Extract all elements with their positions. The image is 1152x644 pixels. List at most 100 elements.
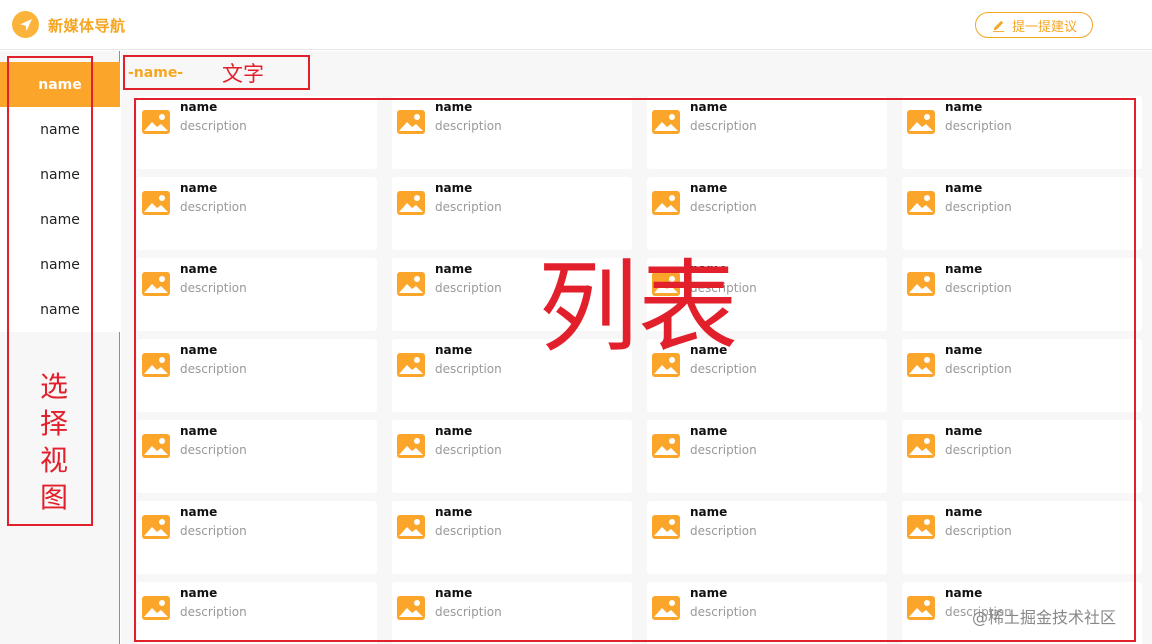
site-card-description: description: [435, 524, 502, 538]
site-card-name: name: [180, 100, 218, 114]
site-card-description: description: [690, 443, 757, 457]
suggest-button-label: 提一提建议: [1011, 19, 1077, 35]
site-card[interactable]: name description: [137, 258, 377, 331]
site-card-description: description: [945, 362, 1012, 376]
sidebar-item[interactable]: name: [0, 197, 120, 242]
site-card-description: description: [945, 119, 1012, 133]
site-card[interactable]: name description: [647, 339, 887, 412]
sidebar-item[interactable]: name: [0, 242, 120, 287]
site-card[interactable]: name description: [392, 258, 632, 331]
site-card-description: description: [435, 443, 502, 457]
image-icon: [397, 434, 425, 458]
site-card[interactable]: name description: [137, 96, 377, 169]
site-card[interactable]: name description: [647, 96, 887, 169]
image-icon: [142, 272, 170, 296]
image-icon: [142, 191, 170, 215]
site-card-description: description: [945, 443, 1012, 457]
site-card[interactable]: name description: [392, 501, 632, 574]
logo[interactable]: [12, 11, 39, 38]
site-card[interactable]: name description: [902, 501, 1142, 574]
sidebar-list: name name name name name name: [0, 62, 120, 332]
image-icon: [397, 353, 425, 377]
site-card-name: name: [690, 100, 728, 114]
site-card-name: name: [945, 424, 983, 438]
site-card-description: description: [435, 281, 502, 295]
image-icon: [397, 110, 425, 134]
site-card[interactable]: name description: [137, 582, 377, 644]
site-card-description: description: [690, 362, 757, 376]
site-card-name: name: [435, 505, 473, 519]
site-card[interactable]: name description: [902, 96, 1142, 169]
image-icon: [142, 353, 170, 377]
sidebar-item[interactable]: name: [0, 152, 120, 197]
site-card[interactable]: name description: [137, 420, 377, 493]
app-title: 新媒体导航: [48, 17, 126, 35]
site-card-name: name: [435, 100, 473, 114]
site-card-name: name: [180, 505, 218, 519]
image-icon: [652, 191, 680, 215]
site-card[interactable]: name description: [392, 420, 632, 493]
site-card[interactable]: name description: [392, 177, 632, 250]
sidebar-item[interactable]: name: [0, 287, 120, 332]
site-card-name: name: [690, 505, 728, 519]
site-card-name: name: [180, 262, 218, 276]
image-icon: [397, 596, 425, 620]
site-card[interactable]: name description: [392, 339, 632, 412]
sidebar: name name name name name name: [0, 51, 120, 644]
site-card[interactable]: name description: [137, 177, 377, 250]
image-icon: [652, 515, 680, 539]
site-card-name: name: [180, 424, 218, 438]
site-card-description: description: [435, 362, 502, 376]
site-card-description: description: [945, 524, 1012, 538]
image-icon: [907, 191, 935, 215]
site-card-name: name: [435, 262, 473, 276]
site-card[interactable]: name description: [902, 420, 1142, 493]
image-icon: [142, 515, 170, 539]
suggest-button[interactable]: 提一提建议: [975, 12, 1093, 38]
navigation-arrow-icon: [19, 18, 32, 31]
image-icon: [652, 434, 680, 458]
site-card-description: description: [180, 605, 247, 619]
site-card-name: name: [690, 424, 728, 438]
image-icon: [652, 110, 680, 134]
site-card[interactable]: name description: [647, 177, 887, 250]
site-card-name: name: [435, 343, 473, 357]
site-card-description: description: [690, 200, 757, 214]
site-card[interactable]: name description: [647, 501, 887, 574]
site-card[interactable]: name description: [137, 339, 377, 412]
site-card-description: description: [690, 524, 757, 538]
image-icon: [907, 353, 935, 377]
site-card-name: name: [945, 343, 983, 357]
image-icon: [397, 515, 425, 539]
site-card-description: description: [180, 362, 247, 376]
site-card[interactable]: name description: [902, 177, 1142, 250]
site-card-description: description: [180, 119, 247, 133]
site-card-description: description: [435, 200, 502, 214]
sidebar-item[interactable]: name: [0, 62, 120, 107]
site-card[interactable]: name description: [137, 501, 377, 574]
site-card[interactable]: name description: [902, 339, 1142, 412]
site-card-name: name: [945, 586, 983, 600]
section-title: -name-: [128, 65, 184, 81]
image-icon: [652, 272, 680, 296]
site-card[interactable]: name description: [647, 258, 887, 331]
site-card-name: name: [945, 100, 983, 114]
pencil-icon: [992, 20, 1005, 32]
site-card[interactable]: name description: [647, 420, 887, 493]
site-card-description: description: [690, 119, 757, 133]
image-icon: [907, 596, 935, 620]
site-card-name: name: [435, 181, 473, 195]
site-card[interactable]: name description: [902, 582, 1142, 644]
site-card-description: description: [690, 605, 757, 619]
site-card-description: description: [945, 281, 1012, 295]
site-card[interactable]: name description: [902, 258, 1142, 331]
site-card-name: name: [945, 181, 983, 195]
site-card[interactable]: name description: [392, 582, 632, 644]
site-card-name: name: [180, 181, 218, 195]
site-card[interactable]: name description: [392, 96, 632, 169]
sidebar-item[interactable]: name: [0, 107, 120, 152]
site-card-description: description: [180, 524, 247, 538]
site-card-name: name: [435, 424, 473, 438]
site-card-name: name: [690, 181, 728, 195]
site-card[interactable]: name description: [647, 582, 887, 644]
